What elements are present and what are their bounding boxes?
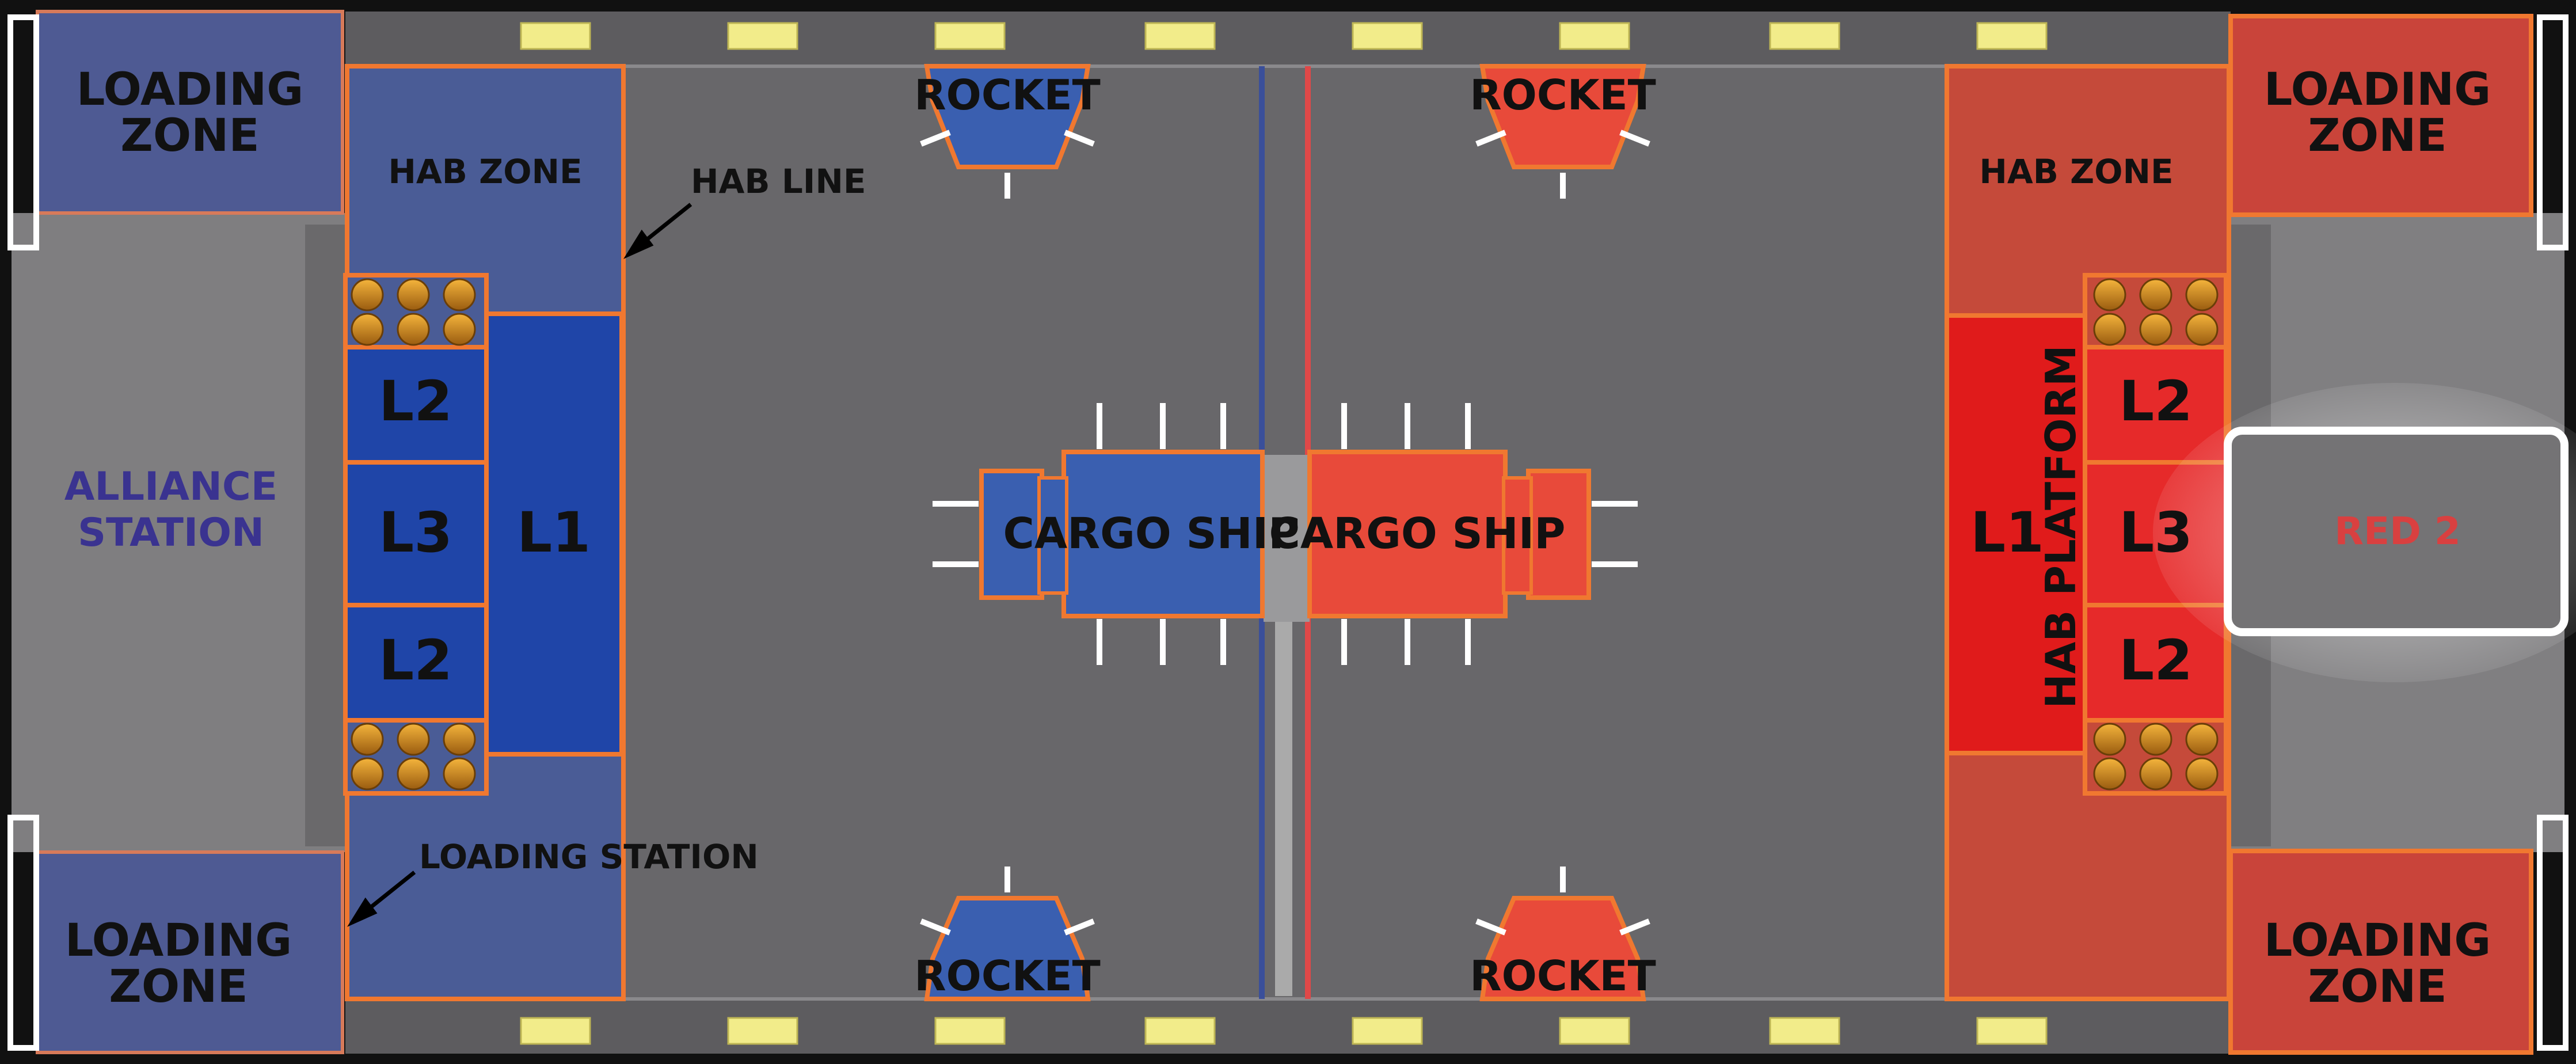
rocket-label-2: ROCKET [1470, 71, 1656, 119]
red-hab-zone-label: HAB ZONE [1979, 152, 2173, 191]
frc-field-diagram: LOADING ZONE LOADING ZONE LOADING ZONE L… [0, 0, 2576, 1064]
hab-platform-label: HAB PLATFORM [2037, 345, 2085, 708]
red-l2-top-label: L2 [2119, 369, 2193, 434]
red-l3-label: L3 [2119, 500, 2193, 565]
loading-zone-text-3: LOADING [2264, 64, 2491, 116]
bottom-rail [345, 999, 2231, 1054]
center-divider [1275, 593, 1292, 996]
rocket-label-4: ROCKET [1470, 952, 1656, 1000]
blue-l3-label: L3 [379, 500, 452, 565]
loading-zone-text-2: LOADING [65, 915, 292, 967]
blue-l1-label: L1 [517, 500, 591, 565]
blue-cargo-ship-label: CARGO SHIP [1003, 509, 1300, 558]
rocket-label-1: ROCKET [914, 71, 1101, 119]
blue-l2-bottom-label: L2 [379, 628, 452, 693]
zone-text-2: ZONE [109, 961, 248, 1013]
alliance-station-text-1: ALLIANCE [64, 464, 277, 510]
blue-l2-top-label: L2 [379, 369, 452, 434]
red-l2-bottom-label: L2 [2119, 628, 2193, 693]
red2-label: RED 2 [2334, 509, 2461, 553]
red-cargo-ship-label: CARGO SHIP [1269, 509, 1566, 558]
zone-text-4: ZONE [2308, 961, 2446, 1013]
field-svg: LOADING ZONE LOADING ZONE LOADING ZONE L… [0, 0, 2576, 1064]
blue-hab-zone-label: HAB ZONE [388, 152, 582, 191]
zone-text-3: ZONE [2308, 110, 2446, 162]
blue-wall [305, 225, 345, 846]
hab-line-label: HAB LINE [691, 162, 866, 201]
top-rail [345, 12, 2231, 66]
loading-station-label: LOADING STATION [419, 837, 759, 876]
loading-zone-text-4: LOADING [2264, 915, 2491, 967]
loading-zone-text-1: LOADING [77, 64, 304, 116]
zone-text-1: ZONE [120, 110, 259, 162]
alliance-station-text-2: STATION [78, 510, 264, 556]
rocket-label-3: ROCKET [914, 952, 1101, 1000]
red-l1-label: L1 [1970, 500, 2044, 565]
